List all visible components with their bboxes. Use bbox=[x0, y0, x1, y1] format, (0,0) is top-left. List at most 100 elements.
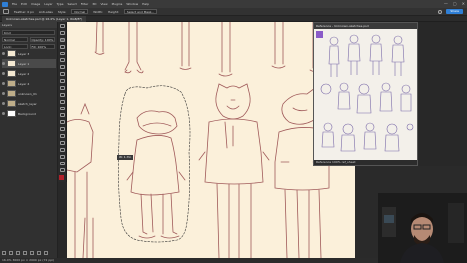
visibility-eye-icon[interactable] bbox=[2, 102, 5, 105]
menu-type[interactable]: Type bbox=[57, 2, 64, 6]
pen-tool-icon[interactable] bbox=[59, 127, 65, 131]
layer-thumbnail bbox=[7, 100, 16, 107]
clone-stamp-tool-icon[interactable] bbox=[59, 85, 65, 90]
height-field[interactable]: Height: bbox=[108, 10, 119, 14]
width-field[interactable]: Width: bbox=[93, 10, 103, 14]
anti-alias-checkbox[interactable]: Anti-alias bbox=[39, 10, 53, 14]
layer-thumbnail bbox=[7, 110, 16, 117]
menu-window[interactable]: Window bbox=[126, 2, 138, 6]
history-brush-tool-icon[interactable] bbox=[59, 92, 65, 97]
fx-icon[interactable] bbox=[9, 251, 13, 255]
menu-edit[interactable]: Edit bbox=[21, 2, 27, 6]
eyedropper-tool-icon[interactable] bbox=[59, 65, 65, 70]
adjustment-icon[interactable] bbox=[23, 251, 27, 255]
brush-tool-icon[interactable] bbox=[59, 79, 65, 83]
kind-filter[interactable]: Kind bbox=[2, 30, 55, 35]
layer-thumbnail bbox=[7, 80, 16, 87]
webcam-overlay bbox=[378, 193, 467, 263]
feather-field[interactable]: Feather: 0 px bbox=[14, 10, 34, 14]
maximize-button[interactable]: ▢ bbox=[453, 1, 457, 6]
menu-view[interactable]: View bbox=[100, 2, 107, 6]
reference-window-footer: Reference 100% ref_sheet bbox=[314, 160, 417, 165]
status-bar: 16.4% 3000 px × 2000 px (72 ppi) bbox=[0, 258, 378, 263]
layer-thumbnail bbox=[7, 70, 16, 77]
style-label: Style: bbox=[57, 9, 67, 14]
layer-name: Layer 3 bbox=[18, 51, 30, 56]
layer-name: Layer 4 bbox=[18, 81, 30, 86]
dodge-tool-icon[interactable] bbox=[59, 120, 65, 125]
top-right-controls: Share bbox=[438, 9, 463, 14]
menu-layer[interactable]: Layer bbox=[44, 2, 52, 6]
layer-row[interactable]: Background bbox=[2, 109, 56, 118]
sketch-artwork bbox=[67, 22, 330, 258]
visibility-eye-icon[interactable] bbox=[2, 52, 5, 55]
quick-select-tool-icon[interactable] bbox=[59, 44, 65, 49]
lasso-tool-icon[interactable] bbox=[59, 37, 65, 42]
menu-3d[interactable]: 3D bbox=[92, 2, 96, 6]
more-tools-icon[interactable] bbox=[59, 168, 65, 173]
menu-plugins[interactable]: Plugins bbox=[112, 2, 123, 6]
visibility-eye-icon[interactable] bbox=[2, 112, 5, 115]
artboard-tool-icon[interactable] bbox=[59, 30, 65, 35]
app-logo-icon bbox=[2, 1, 8, 7]
reference-color-chip bbox=[316, 31, 323, 38]
menu-bar: File Edit Image Layer Type Select Filter… bbox=[0, 0, 467, 8]
minimize-button[interactable]: — bbox=[444, 1, 448, 6]
layer-row[interactable]: Layer 3 bbox=[2, 49, 56, 58]
eraser-tool-icon[interactable] bbox=[59, 99, 65, 104]
menu-filter[interactable]: Filter bbox=[81, 2, 88, 6]
select-and-mask-button[interactable]: Select and Mask... bbox=[123, 9, 158, 14]
selection-size-tooltip: W: 1.7in bbox=[117, 155, 134, 160]
close-button[interactable]: ✕ bbox=[462, 1, 465, 6]
marquee-tool-icon[interactable] bbox=[3, 9, 9, 14]
search-icon[interactable] bbox=[438, 9, 443, 14]
menu-help[interactable]: Help bbox=[142, 2, 149, 6]
layer-thumbnail bbox=[7, 50, 16, 57]
menu-image[interactable]: Image bbox=[31, 2, 40, 6]
webcam-person-image bbox=[378, 193, 467, 263]
foreground-color-swatch[interactable] bbox=[58, 175, 64, 181]
menu-select[interactable]: Select bbox=[68, 2, 77, 6]
visibility-eye-icon[interactable] bbox=[2, 82, 5, 85]
folder-icon[interactable] bbox=[30, 251, 34, 255]
reference-window[interactable]: Reference - Unknown-sketches.psd Referen… bbox=[313, 22, 418, 166]
opacity-field[interactable]: Opacity: 100% bbox=[29, 37, 55, 42]
gradient-tool-icon[interactable] bbox=[59, 106, 65, 111]
link-layers-icon[interactable] bbox=[2, 251, 6, 255]
layer-row[interactable]: Layer 2 bbox=[2, 69, 56, 78]
style-select[interactable]: Normal bbox=[71, 9, 89, 14]
menu-file[interactable]: File bbox=[12, 2, 17, 6]
color-swatches[interactable] bbox=[58, 175, 66, 183]
mask-icon[interactable] bbox=[16, 251, 20, 255]
frame-tool-icon[interactable] bbox=[59, 58, 65, 63]
layer-thumbnail bbox=[7, 90, 16, 97]
shape-tool-icon[interactable] bbox=[59, 147, 65, 152]
visibility-eye-icon[interactable] bbox=[2, 62, 5, 65]
layer-row[interactable]: sketch_layer bbox=[2, 99, 56, 108]
layer-row-selected[interactable]: Layer 1 bbox=[2, 59, 56, 68]
reference-sheet bbox=[316, 31, 414, 152]
move-tool-icon[interactable] bbox=[59, 24, 65, 28]
hand-tool-icon[interactable] bbox=[59, 154, 65, 159]
share-button[interactable]: Share bbox=[446, 9, 463, 14]
new-layer-icon[interactable] bbox=[37, 251, 41, 255]
layer-name: Layer 1 bbox=[18, 61, 30, 66]
layers-panel-actions bbox=[2, 251, 48, 255]
trash-icon[interactable] bbox=[44, 251, 48, 255]
blur-tool-icon[interactable] bbox=[59, 113, 65, 118]
type-tool-icon[interactable] bbox=[59, 134, 65, 138]
layer-thumbnail bbox=[7, 60, 16, 67]
zoom-tool-icon[interactable] bbox=[59, 161, 65, 166]
blend-mode-select[interactable]: Normal bbox=[2, 37, 28, 42]
canvas[interactable]: W: 1.7in bbox=[67, 22, 355, 258]
healing-tool-icon[interactable] bbox=[59, 72, 65, 76]
visibility-eye-icon[interactable] bbox=[2, 92, 5, 95]
tools-bar bbox=[58, 22, 67, 183]
options-bar: Feather: 0 px Anti-alias Style: Normal W… bbox=[0, 8, 467, 16]
path-select-tool-icon[interactable] bbox=[59, 140, 65, 145]
layers-panel: Layers Kind Normal Opacity: 100% Lock: F… bbox=[0, 22, 58, 258]
layer-row[interactable]: unknown_01 bbox=[2, 89, 56, 98]
crop-tool-icon[interactable] bbox=[59, 51, 65, 56]
visibility-eye-icon[interactable] bbox=[2, 72, 5, 75]
layer-row[interactable]: Layer 4 bbox=[2, 79, 56, 88]
